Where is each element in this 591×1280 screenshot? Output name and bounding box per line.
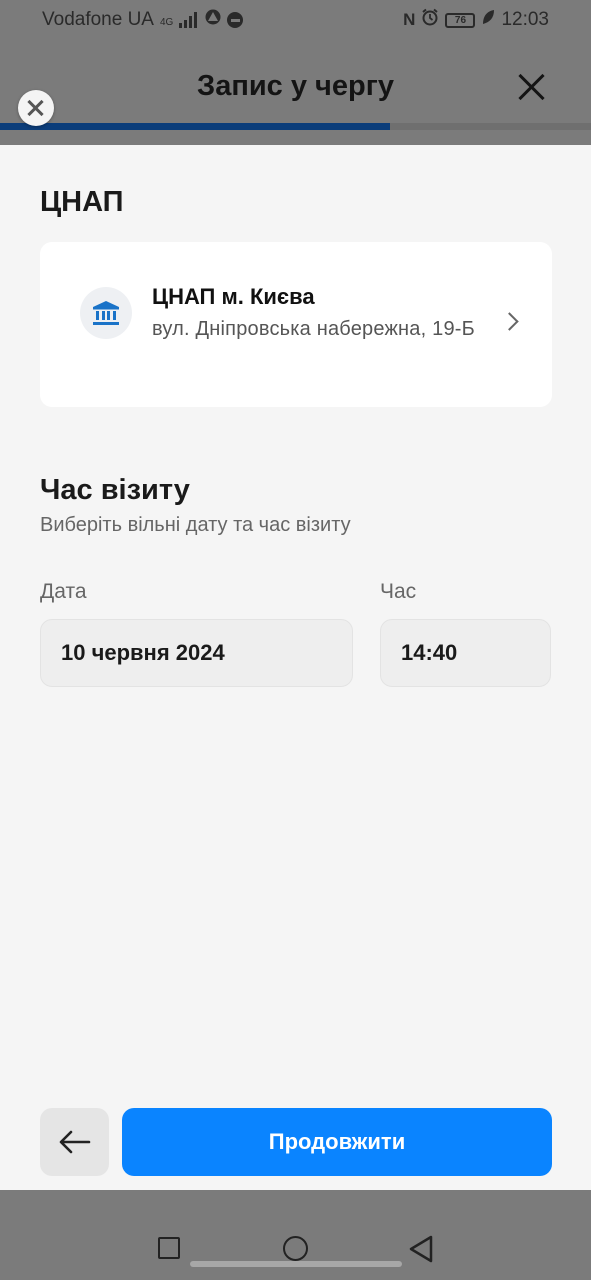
overlay-dismiss-button[interactable] <box>18 90 54 126</box>
power-saving-leaf-icon <box>481 9 495 31</box>
app-header: Запис у чергу <box>0 40 591 130</box>
carrier-label: Vodafone UA <box>42 9 154 30</box>
status-left: Vodafone UA 4G <box>42 9 244 31</box>
do-not-disturb-icon <box>227 12 244 28</box>
government-building-icon <box>80 287 132 339</box>
home-icon[interactable] <box>283 1236 308 1261</box>
network-type: 4G <box>159 17 174 28</box>
close-icon[interactable] <box>517 72 547 102</box>
visit-section-title: Час візиту <box>40 474 190 506</box>
cnap-section-title: ЦНАП <box>40 186 124 218</box>
clock-time: 12:03 <box>501 9 549 30</box>
arrow-left-icon <box>59 1130 90 1154</box>
signal-icon <box>179 12 199 28</box>
date-label: Дата <box>40 580 87 603</box>
recent-apps-icon[interactable] <box>158 1237 180 1259</box>
date-field[interactable]: 10 червня 2024 <box>40 619 353 687</box>
progress-bar-fill <box>0 123 391 130</box>
cnap-card[interactable]: ЦНАП м. Києва вул. Дніпровська набережна… <box>40 242 552 407</box>
time-field[interactable]: 14:40 <box>380 619 551 687</box>
status-right: N 76 12:03 <box>403 8 549 32</box>
nfc-icon: N <box>403 10 416 29</box>
alert-icon <box>205 9 221 31</box>
back-triangle-icon[interactable] <box>408 1235 434 1263</box>
dimmed-header-area: Vodafone UA 4G N 76 12:03 Запис у чергу <box>0 0 591 145</box>
back-button[interactable] <box>40 1108 109 1176</box>
chevron-right-icon <box>500 312 519 331</box>
alarm-icon <box>421 8 439 32</box>
system-navigation-bar <box>0 1190 591 1280</box>
cnap-name: ЦНАП м. Києва <box>152 284 315 309</box>
time-label: Час <box>380 580 417 603</box>
continue-button[interactable]: Продовжити <box>122 1108 552 1176</box>
visit-section-subtitle: Виберіть вільні дату та час візиту <box>40 514 351 536</box>
progress-bar <box>0 123 591 130</box>
gesture-handle <box>190 1261 402 1267</box>
cnap-address: вул. Дніпровська набережна, 19-Б <box>152 318 475 340</box>
battery-icon: 76 <box>445 12 476 28</box>
status-bar: Vodafone UA 4G N 76 12:03 <box>0 0 591 40</box>
page-title: Запис у чергу <box>197 70 394 102</box>
